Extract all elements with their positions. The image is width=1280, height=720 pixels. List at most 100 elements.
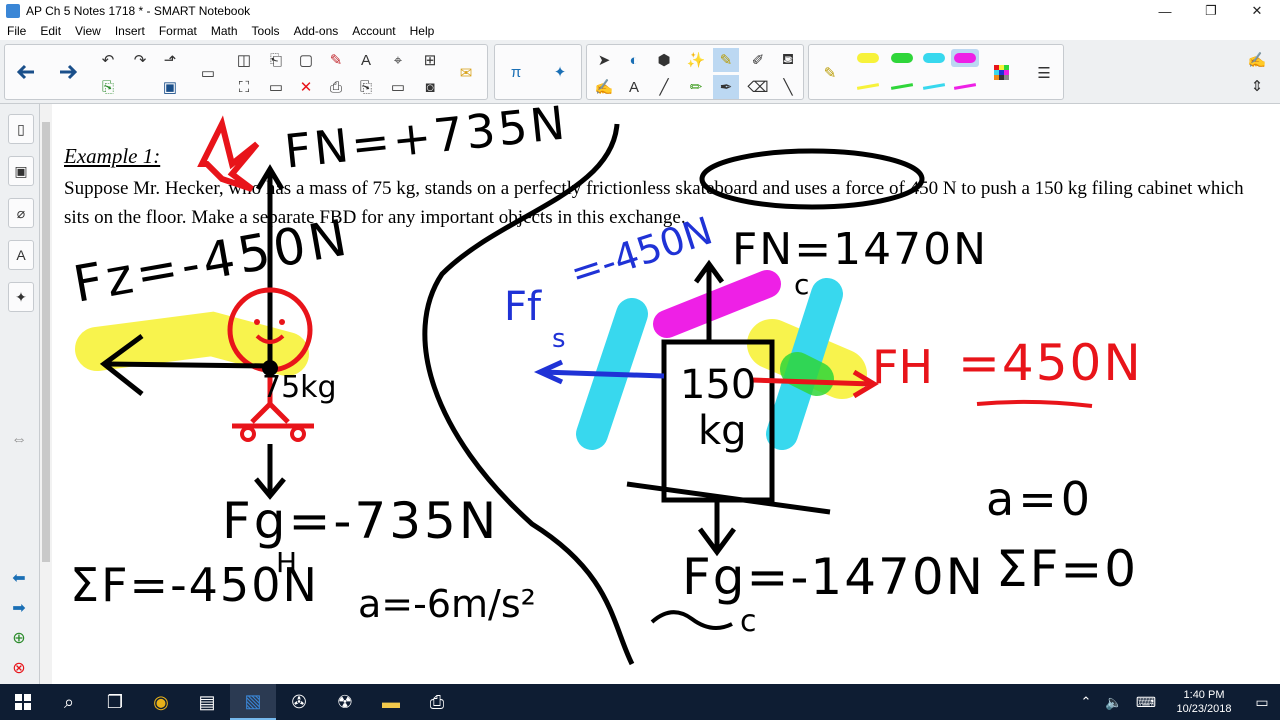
scrollbar-thumb[interactable] bbox=[42, 122, 50, 562]
calligraphic-pen-icon[interactable]: ╲ bbox=[775, 75, 801, 99]
highlighter-icon[interactable]: ✎ bbox=[713, 48, 739, 72]
volume-icon[interactable]: 🔈 bbox=[1100, 684, 1128, 720]
pen-icon[interactable]: ✐ bbox=[745, 48, 771, 72]
shape-recognition-icon[interactable]: ◐ bbox=[621, 48, 647, 72]
windows-start-icon[interactable] bbox=[0, 684, 46, 720]
smart-notebook-taskbar-icon[interactable]: ▧ bbox=[230, 684, 276, 720]
add-page-icon[interactable]: ⎘ bbox=[95, 75, 121, 99]
creative-pen-icon[interactable]: ✏ bbox=[683, 75, 709, 99]
document-app-icon[interactable]: ▤ bbox=[184, 684, 230, 720]
keyboard-icon[interactable]: ⌨ bbox=[1128, 684, 1164, 720]
screen-capture-app-icon[interactable]: ✇ bbox=[276, 684, 322, 720]
display-icon[interactable]: ▢ bbox=[293, 48, 319, 72]
hw-accel-person: a=-6m/s² bbox=[358, 582, 536, 626]
action-center-icon[interactable]: ▭ bbox=[1244, 684, 1280, 720]
file-explorer-icon[interactable]: ▬ bbox=[368, 684, 414, 720]
clock-date: 10/23/2018 bbox=[1176, 703, 1232, 715]
next-page-icon[interactable]: ➡ bbox=[9, 598, 29, 618]
delete-page-icon[interactable]: ⎙ bbox=[323, 75, 349, 99]
toolbar: ↶ ↷ ⬏ ⎘ ▣ ▭ ◫ ⎗ ▢ ✎ A ⌖ ⊞ ⛶ ▭ ✕ ⎙ ⎘ ▭ ◙ … bbox=[0, 40, 1280, 104]
full-screen-icon[interactable]: ⛶ bbox=[231, 75, 257, 99]
table-icon[interactable]: ⊞ bbox=[417, 48, 443, 72]
select-arrow-icon[interactable]: ➤ bbox=[591, 48, 617, 72]
minimize-button[interactable]: — bbox=[1142, 0, 1188, 22]
previous-page-icon[interactable]: ⬅ bbox=[9, 568, 29, 588]
yellow-highlight-swatch[interactable] bbox=[857, 53, 879, 63]
menu-account[interactable]: Account bbox=[345, 24, 402, 38]
text-edit-icon[interactable]: A bbox=[353, 48, 379, 72]
clear-icon[interactable]: ✎ bbox=[323, 48, 349, 72]
yellow-thin-swatch[interactable] bbox=[856, 83, 880, 90]
monitor-icon[interactable]: ▭ bbox=[263, 75, 289, 99]
cyan-highlight-swatch[interactable] bbox=[923, 53, 945, 63]
menu-insert[interactable]: Insert bbox=[108, 24, 152, 38]
pens-icon[interactable]: ✒ bbox=[713, 75, 739, 99]
screen-shade-icon[interactable]: ▭ bbox=[195, 61, 221, 85]
menu-help[interactable]: Help bbox=[403, 24, 442, 38]
menu-file[interactable]: File bbox=[0, 24, 33, 38]
green-thin-swatch[interactable] bbox=[890, 83, 914, 90]
page-sorter-icon[interactable]: ▯ bbox=[8, 114, 34, 144]
toolbar-group-main: ↶ ↷ ⬏ ⎘ ▣ ▭ ◫ ⎗ ▢ ✎ A ⌖ ⊞ ⛶ ▭ ✕ ⎙ ⎘ ▭ ◙ … bbox=[4, 44, 488, 100]
open-file-icon[interactable]: ⬏ bbox=[157, 48, 183, 72]
line-style-icon[interactable]: ☰ bbox=[1031, 61, 1057, 85]
menu-math[interactable]: Math bbox=[204, 24, 245, 38]
delete-icon[interactable]: ✕ bbox=[293, 75, 319, 99]
forward-arrow-icon[interactable] bbox=[51, 48, 85, 96]
close-button[interactable]: ✕ bbox=[1234, 0, 1280, 22]
search-icon[interactable]: ⌕ bbox=[46, 684, 92, 720]
notebook-page-canvas[interactable]: Example 1: Suppose Mr. Hecker, who has a… bbox=[52, 104, 1280, 684]
fill-icon[interactable]: ⛾ bbox=[775, 48, 801, 72]
pin-icon[interactable]: ⌖ bbox=[385, 48, 411, 72]
add-page-side-icon[interactable]: ⊕ bbox=[9, 628, 29, 648]
attachments-icon[interactable]: ⌀ bbox=[8, 198, 34, 228]
magenta-thin-swatch[interactable] bbox=[953, 83, 977, 90]
camera-icon[interactable]: ◙ bbox=[417, 75, 443, 99]
properties-icon[interactable]: ✉ bbox=[453, 61, 479, 85]
menu-tools[interactable]: Tools bbox=[245, 24, 287, 38]
back-arrow-icon[interactable] bbox=[9, 48, 43, 96]
hw-ff-label: Ff bbox=[504, 284, 542, 330]
toolbar-position-icon[interactable]: ⇕ bbox=[1244, 74, 1270, 98]
menu-view[interactable]: View bbox=[68, 24, 108, 38]
save-icon[interactable]: ▣ bbox=[157, 75, 183, 99]
vertical-scrollbar[interactable] bbox=[40, 104, 52, 684]
capture-icon[interactable]: ◫ bbox=[231, 48, 257, 72]
magenta-highlight-swatch[interactable] bbox=[954, 53, 976, 63]
eraser-icon[interactable]: ⌫ bbox=[745, 75, 771, 99]
task-view-icon[interactable]: ❐ bbox=[92, 684, 138, 720]
highlighter-style-icon[interactable]: ✎ bbox=[817, 61, 843, 85]
cyan-thin-swatch[interactable] bbox=[922, 83, 946, 90]
green-highlight-swatch[interactable] bbox=[891, 53, 913, 63]
eraser-pen-icon[interactable]: ✍ bbox=[591, 75, 617, 99]
properties-tab-icon[interactable]: A bbox=[8, 240, 34, 270]
addons-tab-icon[interactable]: ✦ bbox=[8, 282, 34, 312]
menu-edit[interactable]: Edit bbox=[33, 24, 68, 38]
chrome-icon[interactable]: ◉ bbox=[138, 684, 184, 720]
video-icon[interactable]: ▭ bbox=[385, 75, 411, 99]
magic-pen-icon[interactable]: ✨ bbox=[683, 48, 709, 72]
recorder-app-icon[interactable]: ☢ bbox=[322, 684, 368, 720]
show-hidden-icons-icon[interactable]: ⌃ bbox=[1072, 684, 1100, 720]
gallery-icon[interactable]: ▣ bbox=[8, 156, 34, 186]
paste-icon[interactable]: ⎗ bbox=[263, 48, 289, 72]
menu-format[interactable]: Format bbox=[152, 24, 204, 38]
color-palette-icon[interactable] bbox=[989, 61, 1015, 85]
text-icon[interactable]: A bbox=[621, 75, 647, 99]
hw-fg-person: Fg=-735N bbox=[222, 492, 500, 550]
menu-addons[interactable]: Add-ons bbox=[287, 24, 346, 38]
restore-button[interactable]: ❐ bbox=[1188, 0, 1234, 22]
title-bar: AP Ch 5 Notes 1718 * - SMART Notebook — … bbox=[0, 0, 1280, 22]
redo-icon[interactable]: ↷ bbox=[127, 48, 153, 72]
move-sidebar-icon[interactable]: ⇔ bbox=[9, 430, 29, 450]
utility-app-icon[interactable]: ⎙ bbox=[414, 684, 460, 720]
math-pi-icon[interactable]: π bbox=[503, 60, 529, 84]
clock[interactable]: 1:40 PM 10/23/2018 bbox=[1164, 688, 1244, 716]
undo-icon[interactable]: ↶ bbox=[95, 48, 121, 72]
shapes-icon[interactable]: ⬢ bbox=[651, 48, 677, 72]
delete-page-side-icon[interactable]: ⊗ bbox=[9, 658, 29, 678]
pen-tray-icon[interactable]: ✍ bbox=[1244, 48, 1270, 72]
addons-puzzle-icon[interactable]: ✦ bbox=[547, 60, 573, 84]
line-icon[interactable]: ╱ bbox=[651, 75, 677, 99]
insert-page-icon[interactable]: ⎘ bbox=[353, 75, 379, 99]
